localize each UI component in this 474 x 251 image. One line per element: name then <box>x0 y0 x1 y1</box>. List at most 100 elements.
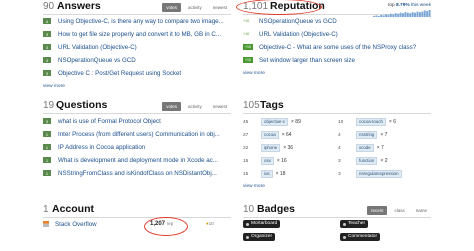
rep-delta: +10 <box>243 44 253 50</box>
tags-section: 105 Tags 45 objective-c × 89 27 cocoa × 64 2… <box>243 99 431 196</box>
answer-link[interactable]: Objective C : Post/Get Request using Soc… <box>58 70 181 77</box>
tag-chip[interactable]: nsregularexpression <box>356 170 402 178</box>
list-item: +10 Objective-C - What are some uses of t… <box>243 43 416 51</box>
tab-newest[interactable]: newest <box>209 102 231 111</box>
badge-mortarboard[interactable]: Mortarboard <box>243 220 281 228</box>
tag-row: 4 nsstring × 7 <box>338 131 387 139</box>
tag-multiplier: × 18 <box>275 171 286 177</box>
sparkline-bar <box>406 12 409 17</box>
sparkline-bar <box>375 15 378 17</box>
answer-link[interactable]: URL Validation (Objective-C) <box>58 44 137 51</box>
tab-newest[interactable]: newest <box>209 3 231 12</box>
tab-activity[interactable]: activity <box>184 102 206 111</box>
questions-tabs: votes activity newest <box>162 102 231 111</box>
account-site-link[interactable]: Stack Overflow <box>55 221 97 228</box>
badge-label: Mortarboard <box>251 221 278 226</box>
sparkline-bar <box>421 11 424 17</box>
view-more-link[interactable]: view more <box>243 184 265 189</box>
rank-suffix: this week <box>411 3 431 8</box>
tab-votes[interactable]: votes <box>162 102 181 111</box>
tag-row: 15 osx × 16 <box>243 157 287 165</box>
tag-multiplier: × 7 <box>380 132 388 138</box>
badge-label: Organizer <box>251 234 273 239</box>
account-section: 1 Account Stack Overflow 1,207 rep ●10 <box>43 203 231 251</box>
list-item: 3 URL Validation (Objective-C) <box>43 43 137 51</box>
sparkline-bar <box>416 11 419 17</box>
badge-dot-icon <box>343 235 346 239</box>
tab-class[interactable]: class <box>390 206 408 215</box>
badge-organizer[interactable]: Organizer <box>243 233 276 241</box>
question-link[interactable]: what is use of Formal Protocol Object <box>58 118 161 125</box>
sparkline-bar <box>394 13 397 17</box>
tag-chip[interactable]: osx <box>261 157 274 165</box>
tag-multiplier: × 64 <box>281 132 292 138</box>
rep-delta: +10 <box>243 19 250 23</box>
answers-section: 90 Answers votes activity newest 4 Using … <box>43 0 231 92</box>
badge-teacher[interactable]: Teacher <box>340 220 369 228</box>
sparkline-bar <box>385 14 387 17</box>
list-item: 3 what is use of Formal Protocol Object <box>43 117 161 125</box>
badge-commentator[interactable]: Commentator <box>340 233 381 241</box>
rep-delta: +10 <box>243 57 253 63</box>
badge-dot-icon <box>343 222 346 226</box>
rep-link[interactable]: NSOperationQueue vs GCD <box>259 18 337 25</box>
reputation-sparkline <box>373 10 431 17</box>
sparkline-bar <box>414 12 416 17</box>
tag-multiplier: × 2 <box>380 158 388 164</box>
tag-score: 27 <box>243 132 249 138</box>
questions-section: 19 Questions votes activity newest 3 what… <box>43 99 231 196</box>
question-link[interactable]: Inter Process (from different users) Com… <box>58 131 220 138</box>
score-badge: 3 <box>43 57 51 63</box>
sparkline-bar <box>423 10 426 17</box>
view-more-link[interactable]: view more <box>243 71 265 76</box>
question-link[interactable]: IP Address in Cocoa application <box>58 144 145 151</box>
reputation-value: 1,101 <box>243 1 269 12</box>
score-badge: 3 <box>43 31 51 37</box>
tag-chip[interactable]: nsstring <box>356 131 378 139</box>
rep-link[interactable]: Set window larger than screen size <box>259 57 355 64</box>
question-link[interactable]: NSStringFromClass and isKindofClass on N… <box>58 170 217 177</box>
tag-chip[interactable]: cocoa-touch <box>356 118 386 126</box>
tag-chip[interactable]: ios <box>261 170 273 178</box>
sparkline-bar <box>387 14 390 17</box>
tag-chip[interactable]: iphone <box>261 144 281 152</box>
badge-dot-icon <box>246 235 249 239</box>
sparkline-bar <box>397 13 400 17</box>
tag-chip[interactable]: function <box>356 157 378 165</box>
list-item: 1 IP Address in Cocoa application <box>43 143 145 151</box>
answer-link[interactable]: Using Objective-C, is there any way to c… <box>58 18 224 25</box>
tag-multiplier: × 89 <box>291 119 301 125</box>
tab-activity[interactable]: activity <box>184 3 206 12</box>
tab-votes[interactable]: votes <box>162 3 181 12</box>
view-more-link[interactable]: view more <box>43 84 65 89</box>
score-badge: 4 <box>43 18 51 24</box>
rank-text: top 8.79% this week <box>388 3 431 8</box>
tag-multiplier: × 36 <box>283 145 294 151</box>
tab-recent[interactable]: recent <box>366 206 388 215</box>
sparkline-bar <box>418 12 421 17</box>
questions-title: Questions <box>56 99 108 111</box>
account-title: Account <box>52 203 94 215</box>
score-badge: 1 <box>43 144 51 150</box>
tag-chip[interactable]: xcode <box>356 144 374 152</box>
question-link[interactable]: What is development and deployment mode … <box>58 157 218 164</box>
tab-name[interactable]: name <box>412 206 431 215</box>
tag-score: 3 <box>338 158 341 164</box>
tag-multiplier: × 16 <box>276 158 287 164</box>
rep-link[interactable]: URL Validation (Objective-C) <box>259 31 338 38</box>
account-badge-count: 10 <box>208 221 214 226</box>
tag-chip[interactable]: cocoa <box>261 131 279 139</box>
tag-score: 45 <box>243 119 249 125</box>
answer-link[interactable]: How to get file size properly and conver… <box>58 31 221 38</box>
sparkline-bar <box>409 13 412 17</box>
tag-multiplier: × 6 <box>388 119 397 125</box>
rep-link[interactable]: Objective-C - What are some uses of the … <box>259 44 416 51</box>
sparkline-bar <box>380 14 383 17</box>
tag-row: 3 nsregularexpression <box>338 170 405 178</box>
badge-label: Commentator <box>348 234 378 239</box>
tag-chip[interactable]: objective-c <box>261 118 288 126</box>
answer-link[interactable]: NSOperationQueue vs GCD <box>58 57 136 64</box>
sparkline-bar <box>382 15 385 17</box>
score-badge: 3 <box>43 118 51 124</box>
tag-score: 4 <box>338 145 341 151</box>
